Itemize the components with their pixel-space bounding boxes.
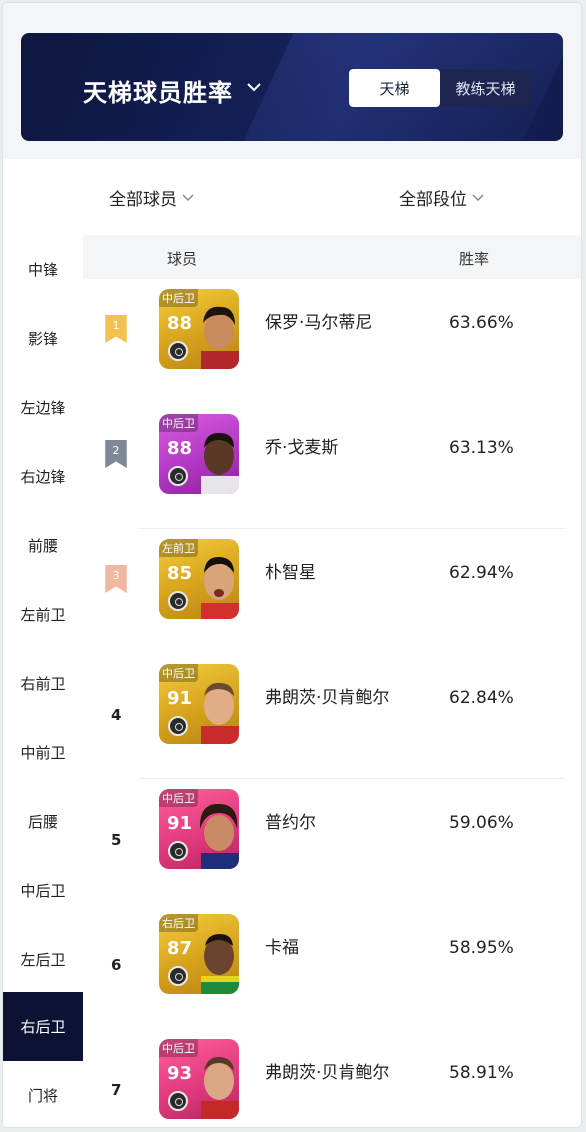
win-rate: 58.91%	[449, 1063, 514, 1083]
player-name: 弗朗茨·贝肯鲍尔	[265, 688, 390, 708]
sidebar-item-lwf[interactable]: 左边锋	[3, 373, 83, 442]
sidebar-item-rb[interactable]: 右后卫	[3, 992, 83, 1061]
chevron-down-icon	[472, 193, 484, 201]
badge-icon	[168, 1091, 188, 1111]
table-header: 球员 胜率	[83, 235, 581, 279]
card-rating: 88	[167, 438, 193, 459]
player-filter-label: 全部球员	[109, 190, 177, 210]
badge-icon	[168, 341, 188, 361]
rank-number: 1	[112, 319, 120, 332]
card-rating: 91	[167, 813, 193, 834]
win-rate: 63.66%	[449, 313, 514, 333]
win-rate: 58.95%	[449, 938, 514, 958]
player-portrait	[201, 934, 239, 994]
player-portrait	[201, 556, 239, 619]
player-portrait	[201, 432, 239, 494]
player-name: 普约尔	[265, 813, 316, 833]
table-row[interactable]: 6 右后卫 87 卡福 58.95%	[83, 904, 581, 1029]
rank-number: 4	[111, 706, 122, 724]
player-portrait	[201, 306, 239, 369]
table-row[interactable]: 3 左前卫 85 朴智星 62.94%	[83, 529, 581, 654]
badge-icon	[168, 591, 188, 611]
player-portrait	[199, 803, 239, 869]
player-name: 弗朗茨·贝肯鲍尔	[265, 1063, 390, 1083]
sidebar-item-lb[interactable]: 左后卫	[3, 925, 83, 994]
column-win-rate[interactable]: 胜率	[459, 248, 489, 269]
header-banner: 天梯球员胜率 天梯 教练天梯	[21, 33, 563, 141]
win-rate: 59.06%	[449, 813, 514, 833]
card-rating: 85	[167, 563, 193, 584]
rank-number: 6	[111, 956, 122, 974]
tab-coach-ladder[interactable]: 教练天梯	[440, 69, 531, 107]
player-card[interactable]: 中后卫 88	[159, 414, 239, 494]
player-card[interactable]: 中后卫 93	[159, 1039, 239, 1119]
card-position: 中后卫	[159, 289, 198, 307]
player-card[interactable]: 左前卫 85	[159, 539, 239, 619]
rank-number: 2	[112, 444, 120, 457]
player-name: 卡福	[265, 938, 299, 958]
table-row[interactable]: 1 中后卫 88 保罗·马尔蒂尼 63.66%	[83, 279, 581, 404]
sidebar-item-cb[interactable]: 中后卫	[3, 856, 83, 925]
player-name: 乔·戈麦斯	[265, 438, 339, 458]
sidebar-item-rwf[interactable]: 右边锋	[3, 442, 83, 511]
header-area: 天梯球员胜率 天梯 教练天梯	[3, 3, 581, 159]
table-row[interactable]: 4 中后卫 91 弗朗茨·贝肯鲍尔 62.84%	[83, 654, 581, 779]
page-title[interactable]: 天梯球员胜率	[83, 73, 233, 108]
position-sidebar: 中锋 影锋 左边锋 右边锋 前腰 左前卫 右前卫 中前卫 后腰 中后卫 左后卫 …	[3, 159, 83, 1127]
player-portrait	[201, 682, 239, 744]
division-filter[interactable]: 全部段位	[399, 185, 485, 210]
win-rate: 62.84%	[449, 688, 514, 708]
badge-icon	[168, 466, 188, 486]
card-position: 中后卫	[159, 664, 198, 682]
mode-toggle: 天梯 教练天梯	[349, 69, 531, 107]
chevron-down-icon	[182, 193, 194, 201]
player-card[interactable]: 右后卫 87	[159, 914, 239, 994]
player-name: 保罗·马尔蒂尼	[265, 313, 373, 333]
win-rate: 62.94%	[449, 563, 514, 583]
card-rating: 91	[167, 688, 193, 709]
sidebar-item-lmf[interactable]: 左前卫	[3, 580, 83, 649]
card-position: 左前卫	[159, 539, 198, 557]
card-position: 中后卫	[159, 789, 198, 807]
player-card[interactable]: 中后卫 91	[159, 789, 239, 869]
table-row[interactable]: 7 中后卫 93 弗朗茨·贝肯鲍尔 58.91%	[83, 1029, 581, 1127]
card-position: 右后卫	[159, 914, 198, 932]
card-rating: 87	[167, 938, 193, 959]
badge-icon	[168, 841, 188, 861]
player-portrait	[201, 1056, 239, 1119]
app-frame: 天梯球员胜率 天梯 教练天梯 全部球员 全部段位 球员 胜率 中锋 影锋 左边锋…	[3, 3, 581, 1127]
rank-number: 3	[112, 569, 120, 582]
column-player: 球员	[167, 250, 198, 268]
badge-icon	[168, 716, 188, 736]
table-row[interactable]: 2 中后卫 88 乔·戈麦斯 63.13%	[83, 404, 581, 529]
badge-icon	[168, 966, 188, 986]
sidebar-item-amf[interactable]: 前腰	[3, 511, 83, 580]
rank-number: 7	[111, 1081, 122, 1099]
card-rating: 88	[167, 313, 193, 334]
chevron-down-icon[interactable]	[243, 77, 265, 97]
sidebar-item-dmf[interactable]: 后腰	[3, 787, 83, 856]
tab-ladder[interactable]: 天梯	[349, 69, 440, 107]
win-rate: 63.13%	[449, 438, 514, 458]
sidebar-item-gk[interactable]: 门将	[3, 1061, 83, 1127]
sidebar-item-cf[interactable]: 中锋	[3, 235, 83, 304]
rank-number: 5	[111, 831, 122, 849]
division-filter-label: 全部段位	[399, 190, 467, 210]
table-row[interactable]: 5 中后卫 91 普约尔 59.06%	[83, 779, 581, 904]
card-position: 中后卫	[159, 414, 198, 432]
card-position: 中后卫	[159, 1039, 198, 1057]
sidebar-item-rmf[interactable]: 右前卫	[3, 649, 83, 718]
player-filter[interactable]: 全部球员	[109, 185, 195, 210]
player-name: 朴智星	[265, 563, 316, 583]
player-card[interactable]: 中后卫 91	[159, 664, 239, 744]
sidebar-item-cmf[interactable]: 中前卫	[3, 718, 83, 787]
sidebar-item-ss[interactable]: 影锋	[3, 304, 83, 373]
player-card[interactable]: 中后卫 88	[159, 289, 239, 369]
card-rating: 93	[167, 1063, 193, 1084]
